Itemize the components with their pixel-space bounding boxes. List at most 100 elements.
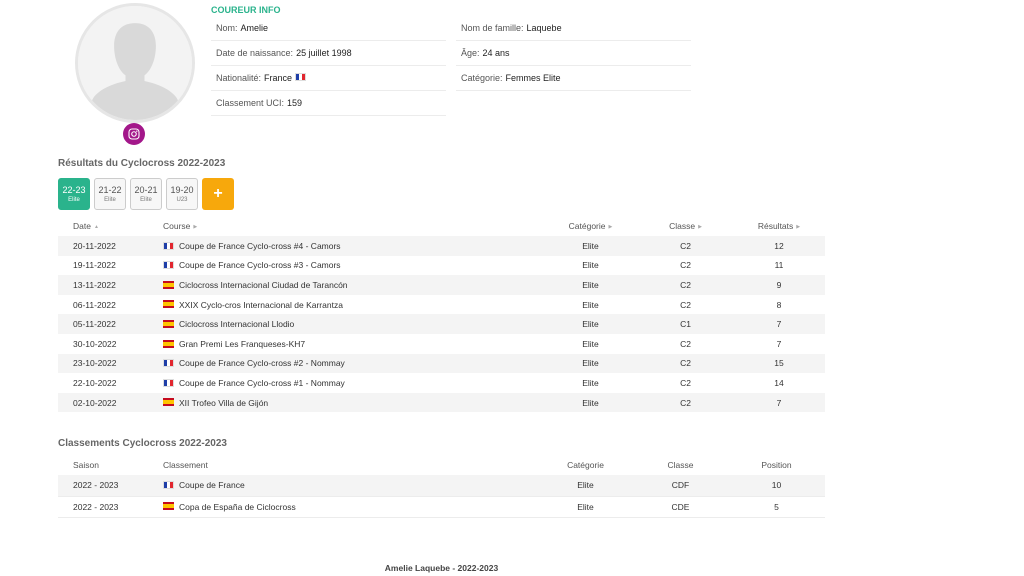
- result-date: 30-10-2022: [73, 338, 117, 349]
- standings-table: Saison Classement Catégorie Classe Posit…: [58, 455, 825, 518]
- france-flag-icon: [163, 359, 174, 368]
- column-header-course[interactable]: Course ▶: [148, 216, 543, 236]
- info-category: Catégorie: Femmes Elite: [456, 66, 691, 91]
- result-course-link[interactable]: Coupe de France Cyclo-cross #3 - Camors: [148, 256, 543, 276]
- sort-arrow-icon: ▶: [608, 223, 613, 230]
- standing-season: 2022 - 2023: [58, 475, 148, 497]
- result-course-link[interactable]: Gran Premi Les Franqueses-KH7: [148, 334, 543, 354]
- result-category: Elite: [582, 338, 599, 349]
- standing-category: Elite: [538, 475, 633, 497]
- result-class: C2: [680, 299, 691, 310]
- rider-info-grid: Nom: Amelie Nom de famille: Laquebe Date d…: [211, 16, 701, 116]
- column-header-ranking: Classement: [163, 460, 208, 470]
- standings-title: Classements Cyclocross 2022-2023: [58, 438, 227, 449]
- season-button-22-23[interactable]: 22-23 Elite: [58, 178, 90, 210]
- france-flag-icon: [163, 261, 174, 270]
- person-placeholder-icon: [78, 6, 192, 120]
- result-class: C2: [638, 392, 733, 413]
- result-date: 22-10-2022: [73, 377, 117, 388]
- standing-class: CDE: [633, 496, 728, 518]
- rider-avatar: [75, 3, 195, 123]
- result-position: 9: [733, 275, 825, 295]
- result-date: 05-11-2022: [58, 314, 148, 334]
- result-position: 15: [733, 353, 825, 374]
- result-course-link[interactable]: Coupe de France Cyclo-cross #4 - Camors: [148, 236, 543, 256]
- result-class: C2: [680, 260, 691, 271]
- column-header-category: Catégorie: [567, 460, 604, 470]
- spain-flag-icon: [163, 319, 174, 328]
- table-row: 02-10-2022 XII Trofeo Villa de Gijón Elite…: [58, 392, 825, 413]
- result-date: 23-10-2022: [58, 353, 148, 374]
- result-class: C2: [638, 236, 733, 256]
- standing-season: 2022 - 2023: [58, 496, 148, 518]
- result-category: Elite: [582, 299, 599, 310]
- result-position: 7: [733, 392, 825, 413]
- result-position: 12: [733, 236, 825, 256]
- column-header-category[interactable]: Catégorie ▶: [543, 216, 638, 236]
- standing-class: CDF: [633, 475, 728, 497]
- results-title: Résultats du Cyclocross 2022-2023: [58, 158, 226, 169]
- result-position: 7: [776, 338, 782, 349]
- result-position: 7: [733, 314, 825, 334]
- season-selector: 22-23 Elite 21-22 Elite 20-21 Elite 19-2…: [58, 178, 234, 210]
- result-class: C1: [638, 314, 733, 334]
- table-row: 19-11-2022 Coupe de France Cyclo-cross #3…: [58, 256, 825, 276]
- table-row: 05-11-2022 Ciclocross Internacional Llodi…: [58, 314, 825, 334]
- column-header-date[interactable]: Date ▲: [58, 216, 148, 236]
- column-header-class: Classe: [667, 460, 694, 470]
- table-row: 22-10-2022 Coupe de France Cyclo-cross #1…: [58, 373, 825, 393]
- column-header-results[interactable]: Résultats ▶: [733, 216, 825, 236]
- spain-flag-icon: [163, 300, 174, 309]
- more-seasons-button[interactable]: +: [202, 178, 234, 210]
- result-course-link[interactable]: Ciclocross Internacional Ciudad de Taran…: [148, 275, 543, 295]
- info-age: Âge: 24 ans: [456, 41, 691, 66]
- season-button-19-20[interactable]: 19-20 U23: [166, 178, 198, 210]
- sort-arrow-icon: ▶: [193, 223, 198, 230]
- result-date: 19-11-2022: [73, 260, 116, 271]
- season-button-21-22[interactable]: 21-22 Elite: [94, 178, 126, 210]
- table-row: 30-10-2022 Gran Premi Les Franqueses-KH7 E…: [58, 334, 825, 354]
- result-class: C2: [680, 338, 691, 349]
- season-button-20-21[interactable]: 20-21 Elite: [130, 178, 162, 210]
- column-header-class[interactable]: Classe ▶: [638, 216, 733, 236]
- instagram-icon: [128, 128, 140, 140]
- standing-position: 10: [728, 475, 825, 497]
- result-category: Elite: [582, 377, 599, 388]
- standing-ranking-link[interactable]: Copa de España de Ciclocross: [148, 496, 538, 518]
- instagram-button[interactable]: [123, 123, 145, 145]
- standing-ranking-link[interactable]: Coupe de France: [148, 475, 538, 497]
- result-date: 02-10-2022: [58, 392, 148, 413]
- sort-arrow-icon: ▶: [796, 223, 801, 230]
- result-course-link[interactable]: Ciclocross Internacional Llodio: [148, 314, 543, 334]
- result-position: 14: [774, 377, 784, 388]
- table-row: 2022 - 2023 Coupe de France Elite CDF 10: [58, 475, 825, 497]
- spain-flag-icon: [163, 398, 174, 407]
- france-flag-icon: [163, 481, 174, 489]
- column-header-position: Position: [761, 460, 792, 470]
- sort-arrow-icon: ▲: [93, 223, 99, 230]
- result-class: C2: [638, 353, 733, 374]
- result-course-link[interactable]: XII Trofeo Villa de Gijón: [148, 392, 543, 413]
- result-course-link[interactable]: Coupe de France Cyclo-cross #1 - Nommay: [148, 373, 543, 393]
- result-category: Elite: [582, 260, 599, 271]
- spain-flag-icon: [163, 339, 174, 348]
- result-position: 11: [774, 260, 784, 271]
- result-date: 06-11-2022: [73, 299, 116, 310]
- france-flag-icon: [163, 241, 174, 250]
- results-table: Date ▲ Course ▶ Catégorie ▶ Classe ▶ Résulta…: [58, 216, 825, 413]
- standing-category: Elite: [538, 496, 633, 518]
- rider-info-title: COUREUR INFO: [211, 5, 281, 15]
- table-row: 06-11-2022 XXIX Cyclo-cros Internacional …: [58, 295, 825, 315]
- sort-arrow-icon: ▶: [698, 223, 702, 230]
- info-last-name: Nom de famille: Laquebe: [456, 16, 691, 41]
- result-date: 20-11-2022: [58, 236, 148, 256]
- table-row: 23-10-2022 Coupe de France Cyclo-cross #2…: [58, 353, 825, 374]
- result-course-link[interactable]: Coupe de France Cyclo-cross #2 - Nommay: [148, 353, 543, 374]
- result-category: Elite: [543, 353, 638, 374]
- footer-text: Amelie Laquebe - 2022-2023: [384, 563, 499, 573]
- result-category: Elite: [543, 314, 638, 334]
- result-category: Elite: [543, 392, 638, 413]
- table-row: 2022 - 2023 Copa de España de Ciclocross E…: [58, 496, 825, 518]
- france-flag-icon: [295, 73, 307, 81]
- result-course-link[interactable]: XXIX Cyclo-cros Internacional de Karrant…: [148, 295, 543, 315]
